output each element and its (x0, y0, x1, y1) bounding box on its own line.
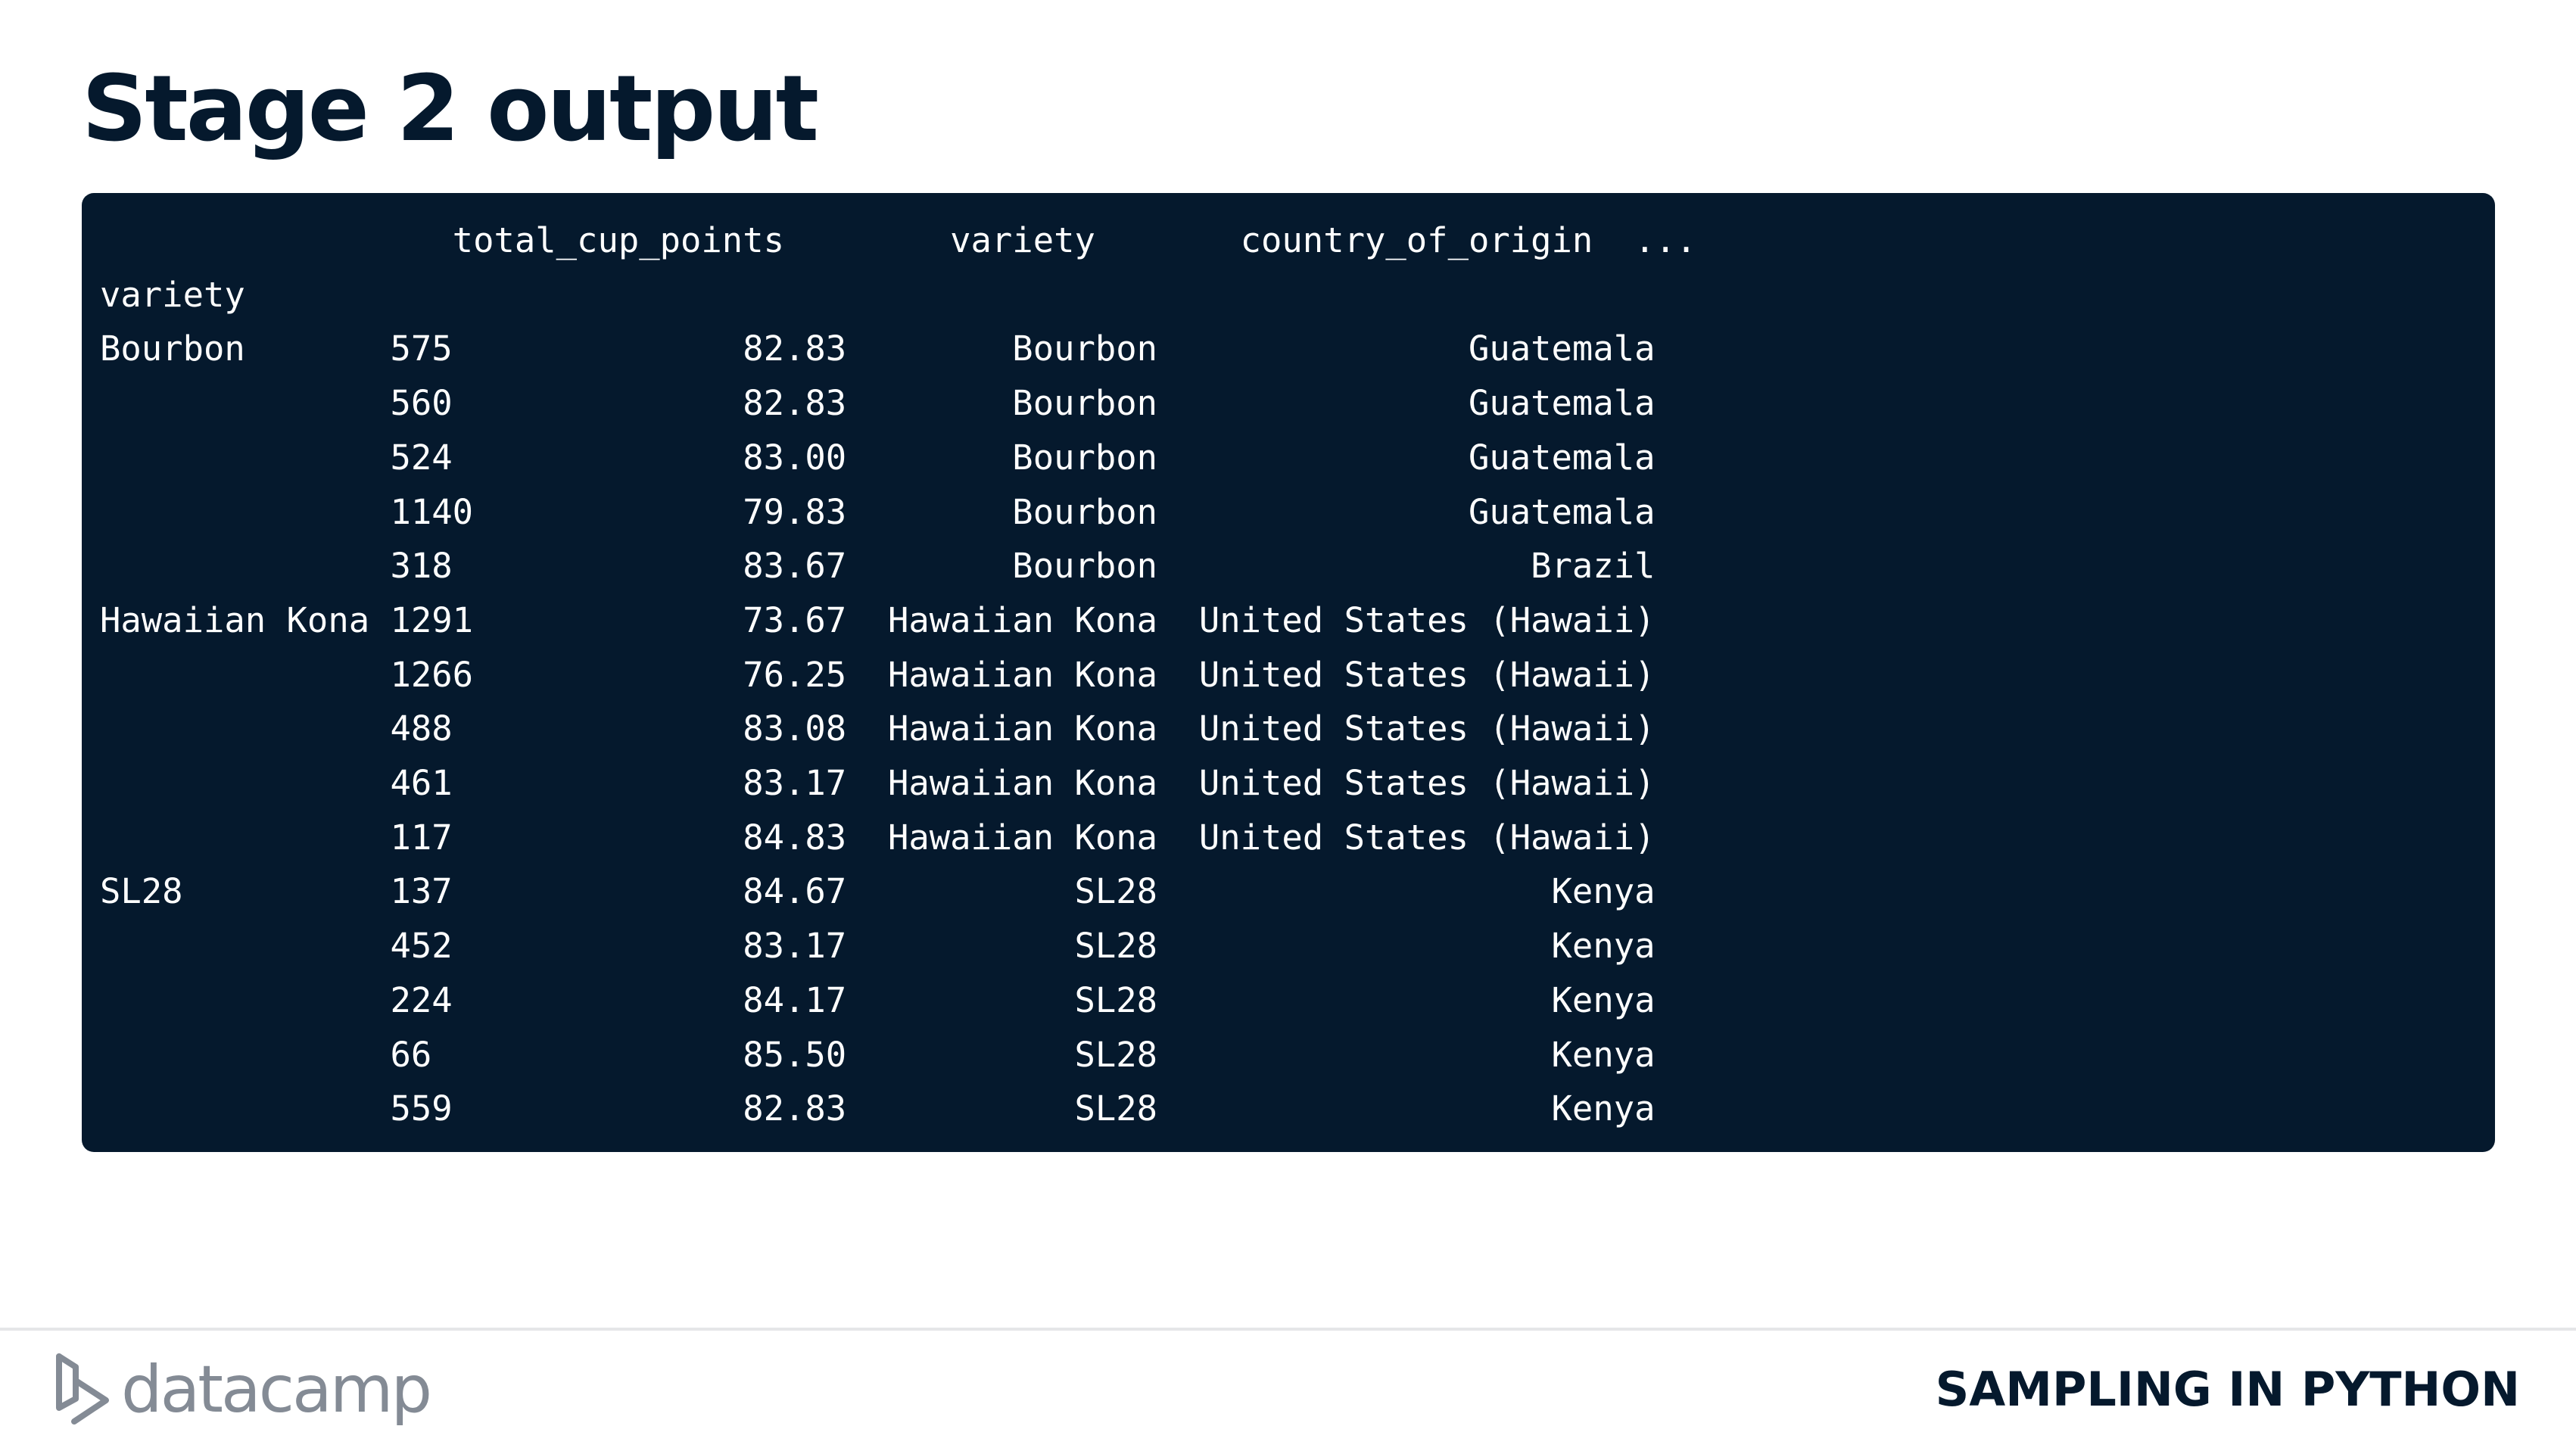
code-line: 524 83.00 Bourbon Guatemala (100, 437, 1656, 478)
datacamp-wordmark: datacamp (121, 1352, 432, 1428)
code-line: 461 83.17 Hawaiian Kona United States (H… (100, 763, 1656, 804)
datacamp-logo-icon (56, 1353, 109, 1425)
code-output-block: total_cup_points variety country_of_orig… (82, 193, 2495, 1152)
code-line: 117 84.83 Hawaiian Kona United States (H… (100, 817, 1656, 858)
code-line: 66 85.50 SL28 Kenya (100, 1034, 1656, 1075)
slide-title: Stage 2 output (82, 57, 819, 162)
code-line: Bourbon 575 82.83 Bourbon Guatemala (100, 328, 1656, 369)
code-line: 1140 79.83 Bourbon Guatemala (100, 491, 1656, 532)
footer-divider (0, 1328, 2576, 1331)
code-output-text: total_cup_points variety country_of_orig… (100, 213, 2495, 1136)
course-name: SAMPLING IN PYTHON (1935, 1362, 2520, 1417)
code-line: 1266 76.25 Hawaiian Kona United States (… (100, 654, 1656, 695)
code-line: Hawaiian Kona 1291 73.67 Hawaiian Kona U… (100, 599, 1656, 640)
datacamp-logo: datacamp (53, 1352, 432, 1428)
code-line: 488 83.08 Hawaiian Kona United States (H… (100, 708, 1656, 749)
code-line: 224 84.17 SL28 Kenya (100, 979, 1656, 1020)
code-line: 559 82.83 SL28 Kenya (100, 1088, 1656, 1129)
code-line: 318 83.67 Bourbon Brazil (100, 546, 1656, 587)
code-line: 560 82.83 Bourbon Guatemala (100, 383, 1656, 424)
code-line-header: total_cup_points variety country_of_orig… (100, 220, 1697, 260)
code-line-index-name: variety (100, 274, 245, 315)
slide: Stage 2 output total_cup_points variety … (0, 0, 2576, 1451)
code-line: 452 83.17 SL28 Kenya (100, 926, 1656, 967)
code-line: SL28 137 84.67 SL28 Kenya (100, 871, 1656, 912)
